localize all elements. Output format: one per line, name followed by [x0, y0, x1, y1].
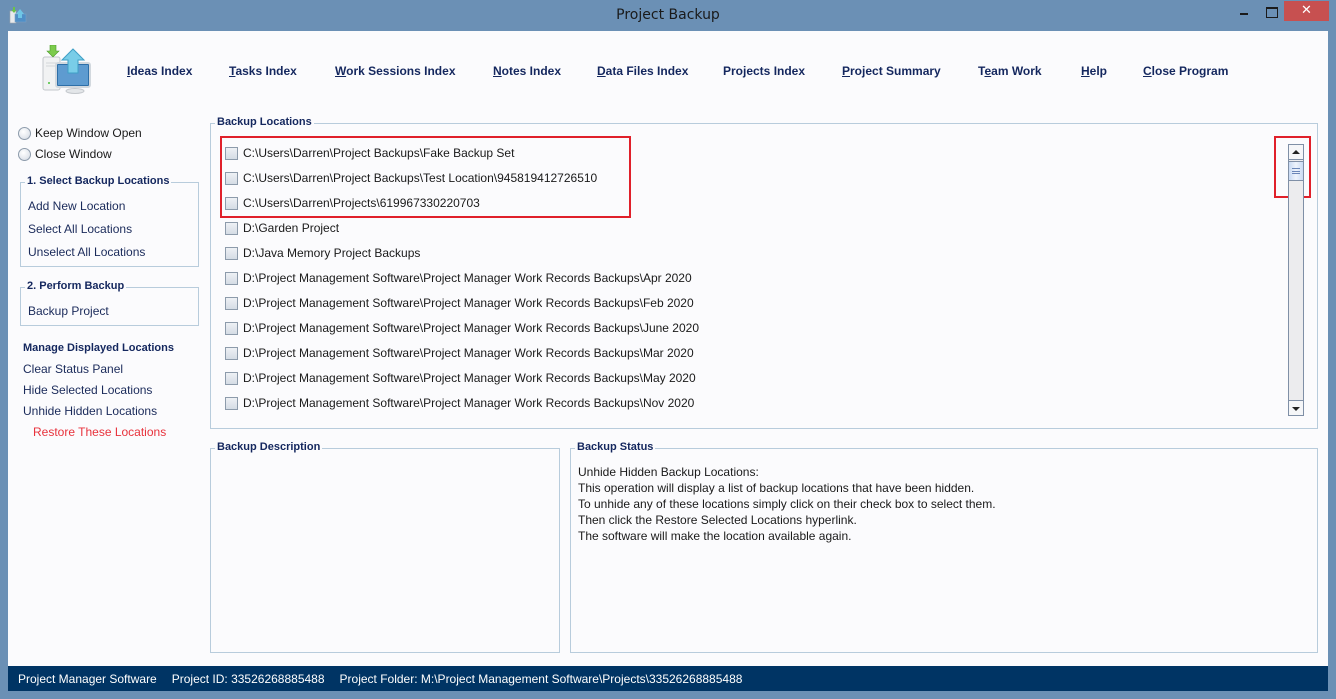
- location-checkbox[interactable]: [225, 246, 238, 260]
- close-window-radio[interactable]: Close Window: [18, 147, 112, 161]
- title-bar: Project Backup ✕: [0, 0, 1336, 31]
- perform-backup-group: 2. Perform Backup Backup Project: [20, 280, 199, 326]
- status-line: This operation will display a list of ba…: [578, 481, 975, 495]
- location-path: D:\Project Management Software\Project M…: [243, 321, 699, 335]
- status-line: The software will make the location avai…: [578, 529, 852, 543]
- group-title: 1. Select Backup Locations: [25, 175, 172, 187]
- location-path: D:\Project Management Software\Project M…: [243, 396, 695, 410]
- status-text: Unhide Hidden Backup Locations: This ope…: [578, 464, 996, 544]
- nav-data-files-index[interactable]: Data Files Index: [597, 64, 688, 78]
- location-path: D:\Java Memory Project Backups: [243, 246, 421, 260]
- location-item[interactable]: D:\Project Management Software\Project M…: [225, 346, 694, 360]
- nav-ideas-index[interactable]: Ideas Index: [127, 64, 192, 78]
- radio-button[interactable]: [18, 147, 31, 161]
- location-checkbox[interactable]: [225, 271, 238, 285]
- location-checkbox[interactable]: [225, 221, 238, 235]
- location-path: D:\Project Management Software\Project M…: [243, 346, 694, 360]
- backup-project-link[interactable]: Backup Project: [28, 304, 109, 318]
- location-checkbox[interactable]: [225, 371, 238, 385]
- backup-locations-panel: Backup Locations C:\Users\Darren\Project…: [210, 116, 1318, 429]
- location-item[interactable]: D:\Project Management Software\Project M…: [225, 396, 694, 410]
- mnemonic-char: W: [335, 64, 347, 78]
- group-title: 2. Perform Backup: [25, 280, 127, 292]
- project-id-label: Project ID: 33526268885488: [171, 671, 325, 686]
- location-item[interactable]: D:\Project Management Software\Project M…: [225, 321, 699, 335]
- app-name-label: Project Manager Software: [18, 671, 157, 686]
- location-checkbox[interactable]: [225, 396, 238, 410]
- group-title: Backup Status: [575, 441, 656, 453]
- unselect-all-locations-link[interactable]: Unselect All Locations: [28, 245, 145, 259]
- mnemonic-char: P: [842, 64, 851, 78]
- restore-these-locations-link[interactable]: Restore These Locations: [33, 425, 166, 439]
- location-item[interactable]: D:\Java Memory Project Backups: [225, 246, 420, 260]
- location-checkbox[interactable]: [225, 321, 238, 335]
- location-item[interactable]: D:\Project Management Software\Project M…: [225, 271, 692, 285]
- location-checkbox[interactable]: [225, 346, 238, 360]
- group-title: Backup Locations: [215, 116, 314, 128]
- radio-label: Close Window: [35, 147, 112, 161]
- backup-description-panel: Backup Description: [210, 441, 560, 653]
- close-icon: ✕: [1301, 3, 1312, 18]
- mnemonic-char: T: [229, 64, 236, 78]
- select-locations-group: 1. Select Backup Locations Add New Locat…: [20, 175, 199, 267]
- status-line: Then click the Restore Selected Location…: [578, 513, 857, 527]
- nav-project-summary[interactable]: Project Summary: [842, 64, 941, 78]
- grip-icon: [1292, 168, 1300, 174]
- clear-status-panel-link[interactable]: Clear Status Panel: [23, 362, 123, 376]
- minimize-button[interactable]: [1232, 1, 1259, 21]
- nav-notes-index[interactable]: Notes Index: [493, 64, 561, 78]
- location-item[interactable]: D:\Project Management Software\Project M…: [225, 296, 694, 310]
- status-line: Unhide Hidden Backup Locations:: [578, 465, 759, 479]
- scroll-down-arrow-icon[interactable]: [1289, 400, 1303, 415]
- mnemonic-char: e: [984, 64, 992, 78]
- radio-button[interactable]: [18, 126, 31, 140]
- location-path: D:\Project Management Software\Project M…: [243, 371, 696, 385]
- nav-tasks-index[interactable]: Tasks Index: [229, 64, 297, 78]
- location-item[interactable]: D:\Garden Project: [225, 221, 339, 235]
- backup-description-text[interactable]: [217, 461, 553, 646]
- add-new-location-link[interactable]: Add New Location: [28, 199, 125, 213]
- backup-logo-icon: [42, 45, 91, 94]
- status-bar: Project Manager Software Project ID: 335…: [8, 666, 1328, 691]
- annotation-highlight-box: [220, 136, 631, 218]
- mnemonic-char: H: [1081, 64, 1090, 78]
- vertical-scrollbar[interactable]: [1288, 144, 1304, 416]
- location-path: D:\Project Management Software\Project M…: [243, 271, 692, 285]
- manage-locations-title: Manage Displayed Locations: [23, 342, 174, 354]
- mnemonic-char: N: [493, 64, 502, 78]
- location-item[interactable]: D:\Project Management Software\Project M…: [225, 371, 696, 385]
- select-all-locations-link[interactable]: Select All Locations: [28, 222, 132, 236]
- radio-label: Keep Window Open: [35, 126, 142, 140]
- mnemonic-char: D: [597, 64, 606, 78]
- nav-help[interactable]: Help: [1081, 64, 1107, 78]
- location-path: D:\Project Management Software\Project M…: [243, 296, 694, 310]
- mnemonic-char: C: [1143, 64, 1152, 78]
- scroll-thumb[interactable]: [1289, 161, 1303, 181]
- unhide-hidden-locations-link[interactable]: Unhide Hidden Locations: [23, 404, 157, 418]
- scroll-up-arrow-icon[interactable]: [1289, 145, 1303, 160]
- nav-projects-index[interactable]: Projects Index: [723, 64, 805, 78]
- nav-work-sessions-index[interactable]: Work Sessions Index: [335, 64, 456, 78]
- nav-team-work[interactable]: Team Work: [978, 64, 1042, 78]
- group-title: Backup Description: [215, 441, 323, 453]
- status-line: To unhide any of these locations simply …: [578, 497, 996, 511]
- nav-close-program[interactable]: Close Program: [1143, 64, 1228, 78]
- location-checkbox[interactable]: [225, 296, 238, 310]
- project-folder-label: Project Folder: M:\Project Management So…: [339, 671, 743, 686]
- window-title: Project Backup: [616, 7, 720, 23]
- main-window: Ideas Index Tasks Index Work Sessions In…: [8, 31, 1328, 691]
- keep-window-open-radio[interactable]: Keep Window Open: [18, 126, 142, 140]
- mnemonic-char: I: [127, 64, 131, 78]
- backup-status-panel: Backup Status Unhide Hidden Backup Locat…: [570, 441, 1318, 653]
- close-button[interactable]: ✕: [1284, 1, 1329, 21]
- location-path: D:\Garden Project: [243, 221, 340, 235]
- hide-selected-locations-link[interactable]: Hide Selected Locations: [23, 383, 152, 397]
- maximize-button[interactable]: [1259, 1, 1284, 21]
